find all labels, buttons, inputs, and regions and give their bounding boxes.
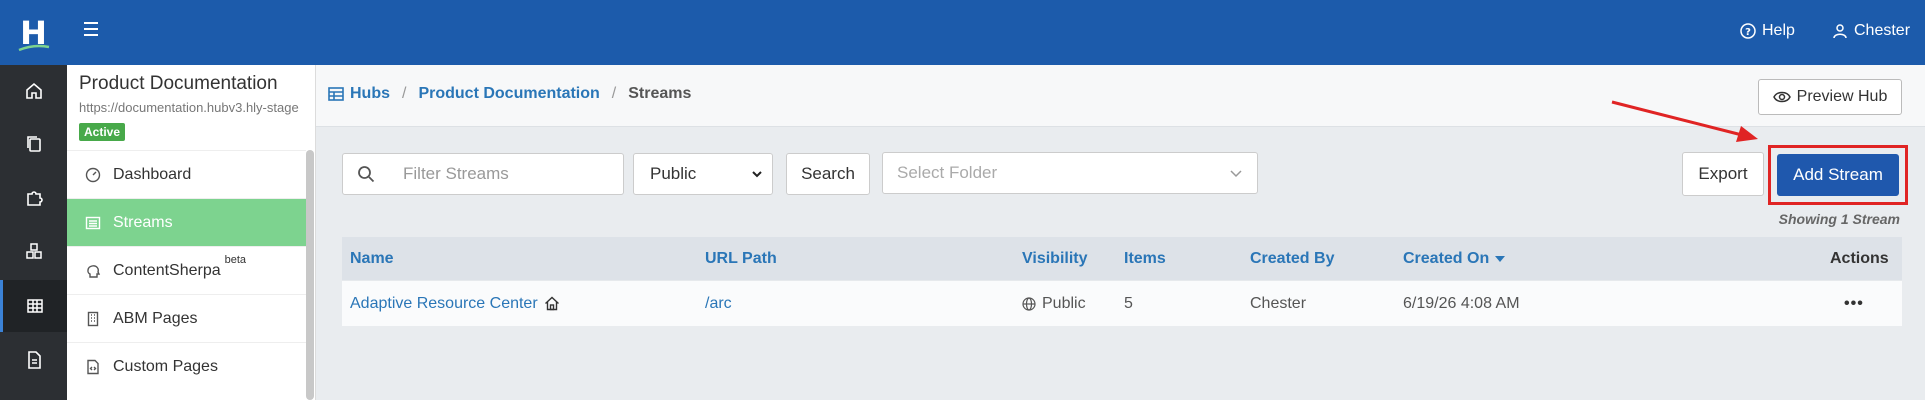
col-actions-header: Actions [1830,249,1889,267]
chevron-down-icon [1230,170,1242,178]
sidebar-item-label: Dashboard [113,165,192,183]
visibility-select[interactable]: Public [633,153,773,195]
breadcrumb: Hubs / Product Documentation / Streams [328,85,691,103]
stream-name-link[interactable]: Adaptive Resource Center [350,281,560,326]
stream-created-on: 6/19/26 4:08 AM [1403,294,1520,312]
code-file-icon [87,359,99,374]
table-header: Name URL Path Visibility Items Created B… [342,237,1902,280]
stream-visibility: Public [1022,281,1086,326]
rail-cubes-icon[interactable] [0,226,67,278]
col-created-by-header[interactable]: Created By [1250,237,1334,280]
search-icon [342,153,390,195]
table-icon [328,87,344,101]
eye-icon [1772,91,1791,103]
breadcrumb-hub[interactable]: Product Documentation [418,85,599,103]
sidebar-item-dashboard[interactable]: Dashboard [67,150,306,198]
col-name-header[interactable]: Name [350,237,394,280]
home-icon [544,296,559,311]
row-actions-menu-icon[interactable]: ••• [1844,281,1864,326]
top-bar: ? Help Chester [67,0,1925,65]
sidebar-item-custom-pages[interactable]: Custom Pages [67,342,306,390]
rail-copy-icon[interactable] [0,118,67,170]
beta-badge: beta [224,253,247,266]
rail-home-icon[interactable] [0,65,67,117]
status-badge: Active [79,123,126,141]
list-icon [85,216,101,229]
add-stream-highlight: Add Stream [1768,145,1908,205]
breadcrumb-current: Streams [628,85,692,102]
sidebar-scrollbar[interactable] [306,150,314,400]
menu-toggle-icon[interactable] [84,22,104,42]
col-items-header[interactable]: Items [1124,237,1166,280]
col-created-on-header[interactable]: Created On [1403,237,1506,280]
help-icon: ? [1740,23,1756,39]
search-button[interactable]: Search [786,153,870,195]
icon-rail: H [0,0,67,400]
stream-url-link[interactable]: /arc [705,281,732,326]
streams-table: Name URL Path Visibility Items Created B… [342,237,1902,326]
filter-streams-input[interactable] [389,153,624,195]
col-url-header[interactable]: URL Path [705,237,777,280]
user-menu[interactable]: Chester [1832,22,1910,40]
brain-icon [87,264,101,278]
rail-grid-icon[interactable] [0,280,67,332]
sidebar-item-label: ContentSherpabeta [113,253,247,279]
chevron-down-icon [752,171,762,178]
rail-puzzle-icon[interactable] [0,172,67,224]
hub-sidebar: Product Documentation https://documentat… [67,65,316,400]
app-window: H ? Help Chester Product Documentation h… [0,0,1925,400]
sort-down-icon [1495,255,1506,262]
breadcrumb-hubs[interactable]: Hubs [328,85,390,103]
hub-url[interactable]: https://documentation.hubv3.hly-stage [79,100,315,115]
globe-icon [1022,296,1036,311]
hub-title: Product Documentation [79,73,278,94]
sidebar-item-label: Custom Pages [113,357,218,375]
folder-select[interactable]: Select Folder [882,152,1258,194]
breadcrumb-separator: / [611,85,617,102]
col-visibility-header[interactable]: Visibility [1022,237,1088,280]
sidebar-item-abm-pages[interactable]: ABM Pages [67,294,306,342]
main-content: Hubs / Product Documentation / Streams P… [316,65,1925,400]
sidebar-item-label: Streams [113,213,173,231]
building-icon [87,311,99,326]
user-name: Chester [1854,22,1911,39]
export-button[interactable]: Export [1682,152,1764,196]
gauge-icon [85,167,101,182]
help-link[interactable]: ? Help [1740,22,1795,40]
stream-created-by: Chester [1250,294,1307,312]
add-stream-button[interactable]: Add Stream [1777,154,1899,196]
help-label: Help [1762,22,1795,39]
stream-items: 5 [1124,294,1133,312]
preview-hub-button[interactable]: Preview Hub [1758,79,1902,115]
breadcrumb-separator: / [402,85,407,102]
svg-text:?: ? [1745,27,1751,38]
logo[interactable]: H [0,0,67,65]
sidebar-item-streams[interactable]: Streams [67,198,306,246]
result-count: Showing 1 Stream [1778,211,1900,227]
sidebar-item-label: ABM Pages [113,309,198,327]
user-icon [1833,24,1847,39]
logo-swoosh-icon [18,44,50,52]
breadcrumb-bar: Hubs / Product Documentation / Streams P… [316,65,1925,127]
sidebar-item-contentsherpa[interactable]: ContentSherpabeta [67,246,306,294]
table-row[interactable]: Adaptive Resource Center /arc Public 5 C… [342,280,1902,326]
rail-document-icon[interactable] [0,334,67,386]
